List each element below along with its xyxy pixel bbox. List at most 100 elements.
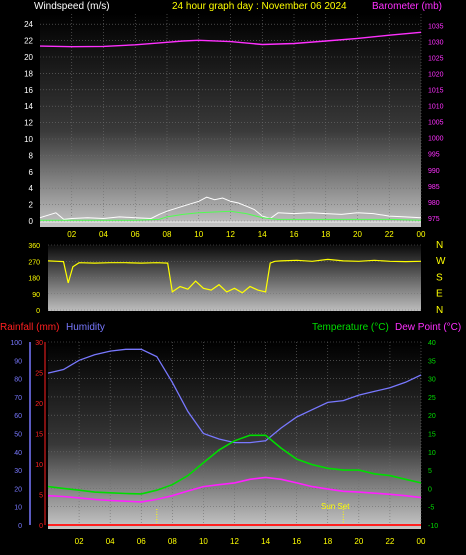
- humidity-tick-label: 90: [14, 358, 22, 365]
- temperature-tick-label: 30: [428, 377, 436, 384]
- windspeed-tick-label: 2: [29, 201, 34, 210]
- sunset-annotation: Sun Set: [321, 502, 350, 511]
- dew-point-axis-title: Dew Point (°C): [395, 322, 461, 333]
- x-tick-label: 06: [137, 537, 146, 546]
- windspeed-tick-label: 22: [24, 37, 33, 46]
- humidity-ticks: 0 10 20 30 40 50 60 70 80 90 100: [10, 340, 22, 530]
- barometer-tick-label: 1000: [428, 136, 444, 143]
- x-tick-label: 18: [321, 230, 330, 239]
- x-tick-label: 06: [131, 230, 140, 239]
- windspeed-tick-label: 8: [29, 151, 34, 160]
- wind-direction-panel: 090180270360 NWSEN: [28, 240, 446, 316]
- direction-tick-label: 90: [32, 292, 40, 299]
- windspeed-tick-label: 24: [24, 20, 33, 29]
- x-tick-label: 02: [67, 230, 76, 239]
- humidity-tick-label: 20: [14, 486, 22, 493]
- barometer-tick-label: 975: [428, 216, 440, 223]
- windspeed-tick-label: 10: [24, 135, 33, 144]
- x-tick-label: 04: [106, 537, 115, 546]
- x-tick-label: 16: [290, 230, 299, 239]
- rainfall-tick-label: 10: [35, 462, 43, 469]
- temperature-tick-label: 20: [428, 413, 436, 420]
- windspeed-tick-label: 0: [29, 217, 34, 226]
- barometer-tick-label: 995: [428, 152, 440, 159]
- compass-tick-label: E: [436, 289, 443, 300]
- barometer-tick-label: 980: [428, 200, 440, 207]
- barometer-axis-title: Barometer (mb): [372, 1, 442, 12]
- temperature-tick-label: 10: [428, 450, 436, 457]
- humidity-tick-label: 40: [14, 450, 22, 457]
- weather-graph: Windspeed (m/s) 24 hour graph day : Nove…: [0, 1, 461, 546]
- x-tick-label: 20: [353, 230, 362, 239]
- windspeed-tick-label: 4: [29, 184, 34, 193]
- barometer-ticks: 975 980 985 990 995 1000 1005 1010 1015 1020 1025 1…: [428, 24, 444, 223]
- windspeed-tick-label: 18: [24, 69, 33, 78]
- temperature-tick-label: 40: [428, 340, 436, 347]
- panel3-x-ticks: 02 04 06 08 10 12 14 16 18 20 22 00: [75, 537, 426, 546]
- barometer-tick-label: 1025: [428, 56, 444, 63]
- humidity-tick-label: 0: [18, 523, 22, 530]
- wind-barometer-panel: 024681012141618202224 975980985990995100…: [24, 14, 444, 239]
- barometer-tick-label: 1010: [428, 104, 444, 111]
- direction-tick-label: 180: [28, 276, 40, 283]
- windspeed-tick-label: 20: [24, 53, 33, 62]
- x-tick-label: 02: [75, 537, 84, 546]
- x-tick-label: 00: [417, 537, 426, 546]
- barometer-tick-label: 1015: [428, 88, 444, 95]
- humidity-tick-label: 10: [14, 505, 22, 512]
- rainfall-tick-label: 15: [35, 432, 43, 439]
- windspeed-tick-label: 12: [24, 119, 33, 128]
- compass-tick-label: W: [436, 256, 446, 267]
- windspeed-ticks: 024681012141618202224: [24, 20, 33, 226]
- rainfall-ticks: 0 5 10 15 20 25 30: [35, 340, 43, 530]
- x-tick-label: 16: [292, 537, 301, 546]
- temperature-tick-label: -5: [428, 505, 434, 512]
- windspeed-tick-label: 6: [29, 168, 34, 177]
- barometer-tick-label: 1030: [428, 40, 444, 47]
- x-tick-label: 10: [194, 230, 203, 239]
- temperature-tick-label: 15: [428, 432, 436, 439]
- x-tick-label: 18: [323, 537, 332, 546]
- windspeed-tick-label: 14: [24, 102, 33, 111]
- humidity-tick-label: 60: [14, 413, 22, 420]
- panel2-background: [48, 245, 421, 311]
- compass-tick-label: N: [436, 240, 443, 251]
- x-tick-label: 12: [230, 537, 239, 546]
- direction-tick-label: 0: [36, 308, 40, 315]
- rainfall-axis-title: Rainfall (mm): [0, 322, 59, 333]
- x-tick-label: 04: [99, 230, 108, 239]
- rainfall-tick-label: 25: [35, 371, 43, 378]
- temperature-tick-label: 0: [428, 486, 432, 493]
- graph-title: 24 hour graph day : November 06 2024: [172, 1, 347, 12]
- temperature-tick-label: -10: [428, 523, 438, 530]
- humidity-tick-label: 100: [10, 340, 22, 347]
- x-tick-label: 08: [168, 537, 177, 546]
- rainfall-tick-label: 30: [35, 340, 43, 347]
- x-tick-label: 12: [226, 230, 235, 239]
- x-tick-label: 22: [385, 537, 394, 546]
- barometer-tick-label: 1005: [428, 120, 444, 127]
- x-tick-label: 08: [163, 230, 172, 239]
- humidity-tick-label: 50: [14, 432, 22, 439]
- humidity-tick-label: 80: [14, 377, 22, 384]
- temperature-axis-title: Temperature (°C): [312, 322, 389, 333]
- direction-tick-label: 360: [28, 243, 40, 250]
- rainfall-tick-label: 20: [35, 401, 43, 408]
- temperature-tick-label: 5: [428, 468, 432, 475]
- temperature-tick-label: 25: [428, 395, 436, 402]
- rainfall-tick-label: 0: [39, 523, 43, 530]
- barometer-tick-label: 985: [428, 184, 440, 191]
- humidity-axis-title: Humidity: [66, 322, 105, 333]
- x-tick-label: 14: [258, 230, 267, 239]
- direction-tick-label: 270: [28, 259, 40, 266]
- x-tick-label: 00: [417, 230, 426, 239]
- temperature-ticks: -10 -5 0 5 10 15 20 25 30 35 40: [428, 340, 438, 530]
- compass-ticks: NWSEN: [436, 240, 446, 316]
- x-tick-label: 10: [199, 537, 208, 546]
- temp-humidity-panel: 0102030405060708090100 051015202530 -10-…: [10, 340, 438, 546]
- barometer-tick-label: 990: [428, 168, 440, 175]
- humidity-tick-label: 70: [14, 395, 22, 402]
- panel1-x-ticks: 02 04 06 08 10 12 14 16 18 20 22 00: [67, 230, 426, 239]
- x-tick-label: 22: [385, 230, 394, 239]
- rainfall-tick-label: 5: [39, 493, 43, 500]
